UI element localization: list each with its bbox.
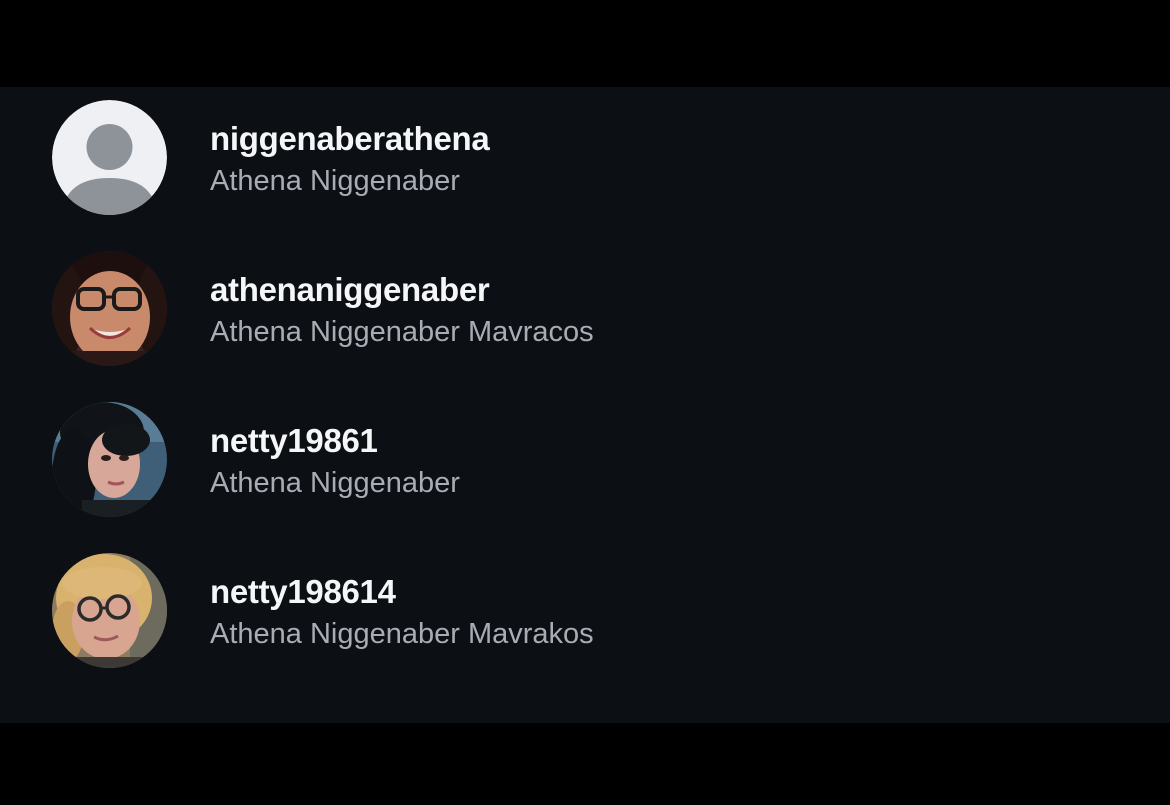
profile-photo-avatar[interactable] xyxy=(52,553,167,668)
account-search-results: niggenaberathena Athena Niggenaber athen… xyxy=(0,87,1170,723)
default-avatar-icon[interactable] xyxy=(52,100,167,215)
full-name: Athena Niggenaber Mavracos xyxy=(210,316,594,348)
account-result-row[interactable]: netty198614 Athena Niggenaber Mavrakos xyxy=(0,540,1170,680)
account-result-row[interactable]: athenaniggenaber Athena Niggenaber Mavra… xyxy=(0,238,1170,378)
profile-photo-avatar[interactable] xyxy=(52,251,167,366)
full-name: Athena Niggenaber xyxy=(210,467,460,499)
username: athenaniggenaber xyxy=(210,271,490,308)
username: netty19861 xyxy=(210,422,378,459)
profile-photo-avatar[interactable] xyxy=(52,402,167,517)
account-text: netty198614 Athena Niggenaber Mavrakos xyxy=(210,572,594,652)
username: niggenaberathena xyxy=(210,120,490,157)
account-result-row[interactable]: netty19861 Athena Niggenaber xyxy=(0,389,1170,529)
account-text: netty19861 Athena Niggenaber xyxy=(210,421,460,501)
full-name: Athena Niggenaber xyxy=(210,165,460,197)
full-name: Athena Niggenaber Mavrakos xyxy=(210,618,594,650)
account-result-row[interactable]: niggenaberathena Athena Niggenaber xyxy=(0,87,1170,227)
account-text: niggenaberathena Athena Niggenaber xyxy=(210,119,490,199)
account-text: athenaniggenaber Athena Niggenaber Mavra… xyxy=(210,270,594,350)
username: netty198614 xyxy=(210,573,396,610)
